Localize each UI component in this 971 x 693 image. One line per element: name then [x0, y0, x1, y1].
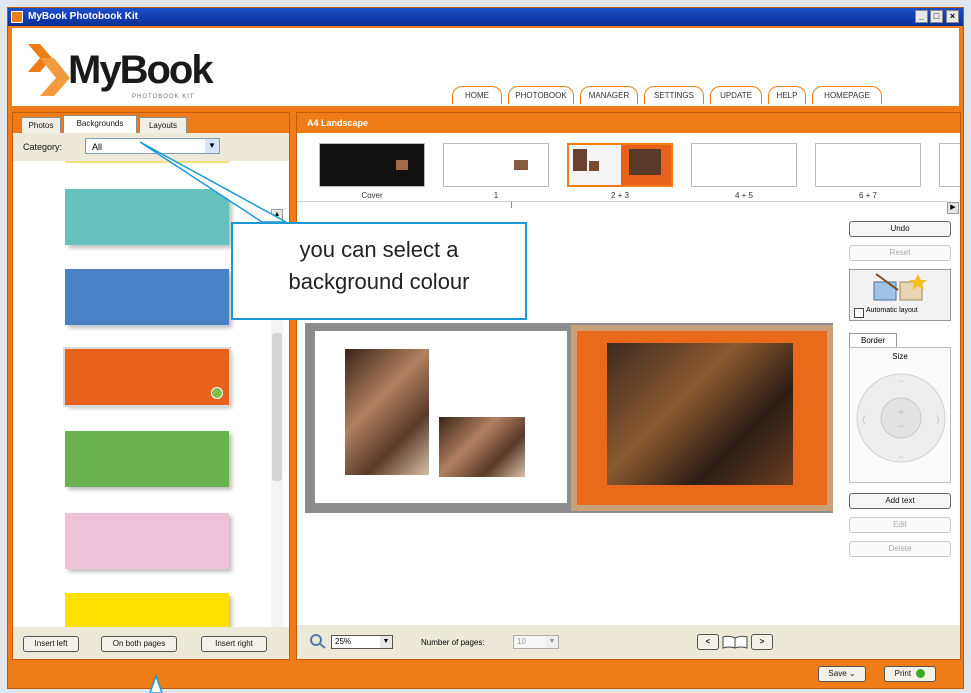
- callout-line-2: background colour: [288, 269, 470, 294]
- callout-line-1: you can select a: [299, 237, 459, 262]
- callout-box: you can select a background colour: [231, 222, 527, 320]
- callout-pointer: [139, 141, 287, 693]
